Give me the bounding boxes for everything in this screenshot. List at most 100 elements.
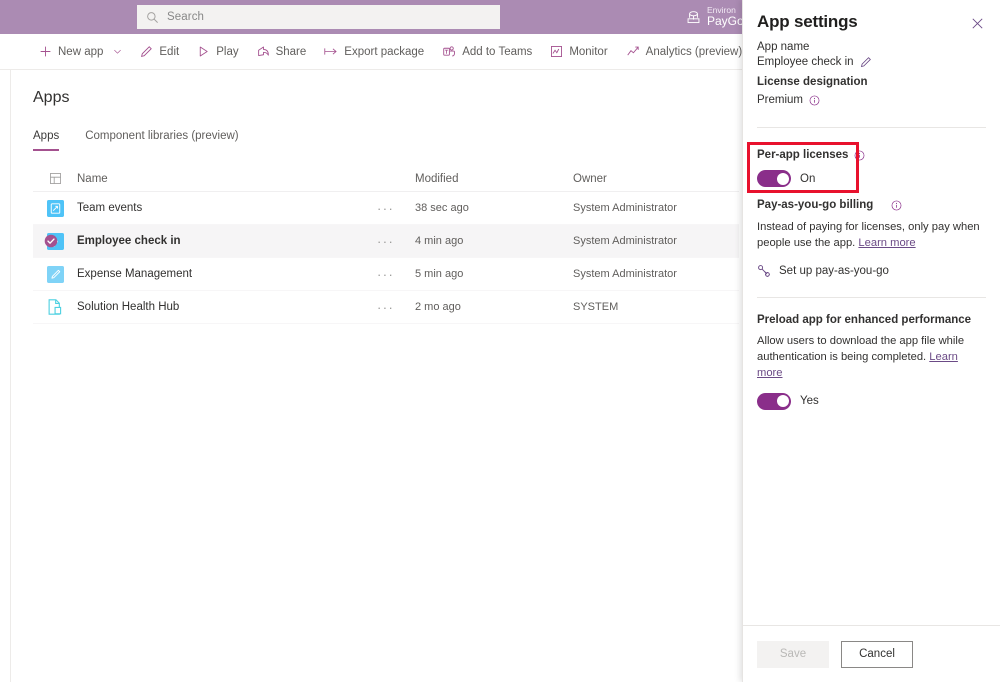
panel-header: App settings <box>757 12 988 34</box>
pencil-icon[interactable] <box>860 56 872 68</box>
row-overflow-menu[interactable]: ··· <box>377 234 415 249</box>
tab-component-libraries[interactable]: Component libraries (preview) <box>85 130 238 151</box>
analytics-icon <box>626 45 640 58</box>
app-owner: System Administrator <box>573 268 739 280</box>
table-row[interactable]: Solution Health Hub ··· 2 mo ago SYSTEM <box>33 291 739 324</box>
app-name-label: App name <box>757 41 986 53</box>
export-package-button[interactable]: Export package <box>315 34 433 70</box>
play-button[interactable]: Play <box>188 34 247 70</box>
app-name-section: App name Employee check in <box>757 41 986 68</box>
edit-button[interactable]: Edit <box>131 34 188 70</box>
divider <box>757 127 986 128</box>
analytics-button[interactable]: Analytics (preview) <box>617 34 752 70</box>
paygo-label: Pay-as-you-go billing <box>757 199 873 211</box>
row-overflow-menu[interactable]: ··· <box>377 267 415 282</box>
toggle-knob <box>777 395 789 407</box>
per-app-licenses-toggle[interactable] <box>757 170 791 187</box>
app-name[interactable]: Team events <box>77 202 377 214</box>
per-app-licenses-section: Per-app licenses On <box>757 149 986 187</box>
app-name[interactable]: Solution Health Hub <box>77 301 377 313</box>
apps-list: Team events ··· 38 sec ago System Admini… <box>33 192 739 324</box>
export-icon <box>324 45 338 58</box>
setup-pay-as-you-go-label: Set up pay-as-you-go <box>779 265 889 277</box>
content-tabs: Apps Component libraries (preview) <box>33 130 239 151</box>
page-title: Apps <box>33 89 69 107</box>
app-modified: 4 min ago <box>415 235 573 247</box>
canvas-app-icon <box>33 200 77 217</box>
table-row[interactable]: Expense Management ··· 5 min ago System … <box>33 258 739 291</box>
paygo-label-row: Pay-as-you-go billing <box>757 199 986 211</box>
info-icon[interactable] <box>809 95 820 106</box>
play-label: Play <box>216 46 238 58</box>
panel-footer: Save Cancel <box>743 625 1000 682</box>
app-name[interactable]: Expense Management <box>77 268 377 280</box>
cancel-button[interactable]: Cancel <box>841 641 913 668</box>
app-owner: System Administrator <box>573 202 739 214</box>
table-row[interactable]: Team events ··· 38 sec ago System Admini… <box>33 192 739 225</box>
panel-title: App settings <box>757 12 858 32</box>
app-modified: 5 min ago <box>415 268 573 280</box>
paygo-learn-more-link[interactable]: Learn more <box>858 237 915 249</box>
app-owner: System Administrator <box>573 235 739 247</box>
new-app-button[interactable]: New app <box>30 34 131 70</box>
paygo-description: Instead of paying for licenses, only pay… <box>757 219 986 251</box>
add-to-teams-button[interactable]: Add to Teams <box>433 34 541 70</box>
power-apps-maker-portal: Search Environ PayGo New app <box>0 0 1000 682</box>
license-designation-label: License designation <box>757 76 986 88</box>
app-name-value-row: Employee check in <box>757 56 986 68</box>
plus-icon <box>39 45 52 58</box>
app-settings-panel: App settings App name Employee check in … <box>742 0 1000 682</box>
apps-list-header: Name Modified Owner <box>33 166 739 192</box>
analytics-label: Analytics (preview) <box>646 46 743 58</box>
per-app-licenses-toggle-row: On <box>757 170 986 187</box>
close-icon <box>971 17 984 30</box>
search-placeholder: Search <box>167 11 204 23</box>
left-navigation-rail <box>0 70 11 682</box>
column-header-icon[interactable] <box>33 172 77 185</box>
toggle-knob <box>777 173 789 185</box>
close-panel-button[interactable] <box>966 12 988 34</box>
tab-apps[interactable]: Apps <box>33 130 59 151</box>
save-button[interactable]: Save <box>757 641 829 668</box>
info-icon[interactable] <box>854 150 865 161</box>
pencil-icon <box>140 45 153 58</box>
app-name[interactable]: Employee check in <box>77 235 377 247</box>
column-header-modified[interactable]: Modified <box>415 173 573 185</box>
search-input[interactable]: Search <box>137 5 500 29</box>
info-icon[interactable] <box>891 200 902 211</box>
preload-toggle[interactable] <box>757 393 791 410</box>
pencil-app-icon <box>33 266 77 283</box>
monitor-button[interactable]: Monitor <box>541 34 616 70</box>
preload-app-section: Preload app for enhanced performance All… <box>757 314 986 410</box>
license-designation-value-row: Premium <box>757 94 986 106</box>
license-designation-value: Premium <box>757 94 803 106</box>
row-overflow-menu[interactable]: ··· <box>377 201 415 216</box>
per-app-licenses-label: Per-app licenses <box>757 149 848 161</box>
preload-toggle-row: Yes <box>757 393 986 410</box>
row-selected-check-icon[interactable] <box>44 234 58 248</box>
environment-name: PayGo <box>707 15 744 28</box>
key-settings-icon <box>757 264 771 278</box>
app-modified: 2 mo ago <box>415 301 573 313</box>
preload-description: Allow users to download the app file whi… <box>757 333 986 382</box>
chevron-down-icon <box>113 47 122 56</box>
export-package-label: Export package <box>344 46 424 58</box>
row-overflow-menu[interactable]: ··· <box>377 300 415 315</box>
per-app-licenses-toggle-state: On <box>800 173 815 185</box>
environment-selector[interactable]: Environ PayGo <box>686 2 748 32</box>
pay-as-you-go-section: Pay-as-you-go billing Instead of paying … <box>757 199 986 278</box>
column-header-name[interactable]: Name <box>77 173 415 185</box>
share-label: Share <box>276 46 307 58</box>
monitor-label: Monitor <box>569 46 607 58</box>
new-app-label: New app <box>58 46 103 58</box>
share-button[interactable]: Share <box>248 34 316 70</box>
table-row[interactable]: Employee check in ··· 4 min ago System A… <box>33 225 739 258</box>
teams-icon <box>442 45 456 58</box>
preload-label: Preload app for enhanced performance <box>757 314 986 326</box>
edit-label: Edit <box>159 46 179 58</box>
app-owner: SYSTEM <box>573 301 739 313</box>
setup-pay-as-you-go-button[interactable]: Set up pay-as-you-go <box>757 264 986 278</box>
per-app-licenses-label-row: Per-app licenses <box>757 149 986 161</box>
environment-icon <box>686 10 701 25</box>
column-header-owner[interactable]: Owner <box>573 173 739 185</box>
